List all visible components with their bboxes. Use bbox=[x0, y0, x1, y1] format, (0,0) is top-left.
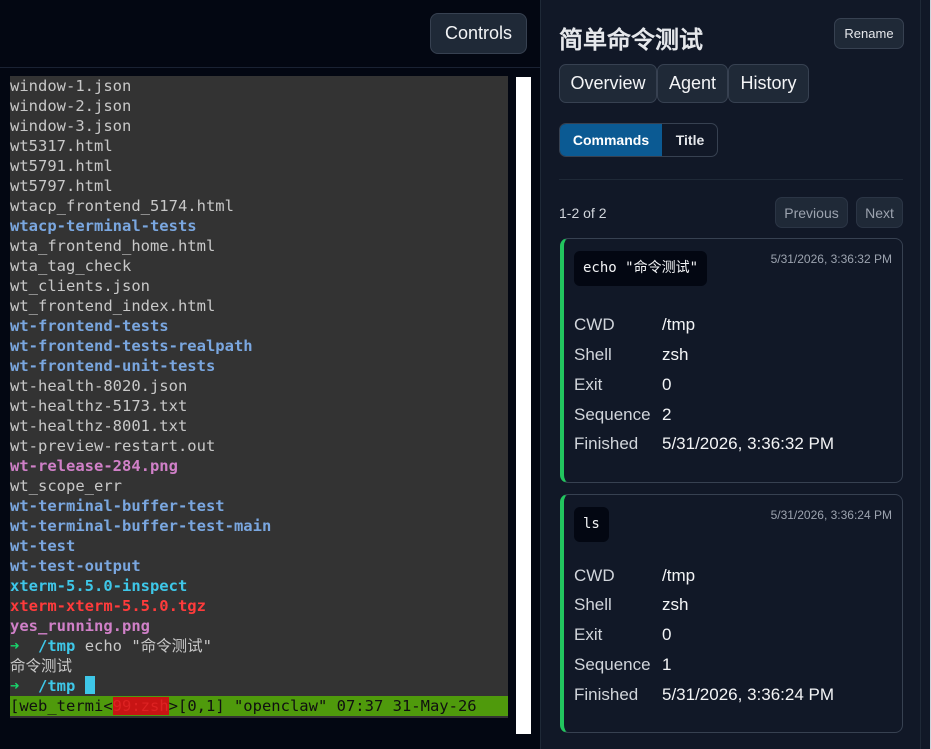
history-segmented-control: Commands Title bbox=[559, 123, 718, 157]
command-text: echo "命令测试" bbox=[574, 251, 708, 286]
terminal-line: wt5797.html bbox=[10, 177, 113, 195]
command-text: ls bbox=[574, 507, 609, 542]
terminal-view[interactable]: window-1.json window-2.json window-3.json w… bbox=[10, 76, 508, 718]
sequence-label: Sequence bbox=[574, 405, 651, 424]
terminal-line: wt-frontend-unit-tests bbox=[10, 357, 216, 375]
finished-value: 5/31/2026, 3:36:24 PM bbox=[662, 685, 835, 704]
command-timestamp: 5/31/2026, 3:36:24 PM bbox=[770, 508, 892, 522]
terminal-line: wt-release-284.png bbox=[10, 457, 178, 475]
terminal-line: wta_tag_check bbox=[10, 257, 132, 275]
prompt-cwd: /tmp bbox=[38, 637, 76, 655]
status-bar-left: [web_termi< bbox=[10, 697, 113, 715]
segment-title[interactable]: Title bbox=[662, 124, 717, 156]
terminal-line: wt_clients.json bbox=[10, 277, 150, 295]
terminal-line: xterm-xterm-5.5.0.tgz bbox=[10, 597, 206, 615]
sequence-label: Sequence bbox=[574, 655, 651, 674]
terminal-prompt-line: ➜ /tmp echo "命令测试" bbox=[10, 636, 508, 656]
finished-value: 5/31/2026, 3:36:32 PM bbox=[662, 434, 835, 453]
terminal-line: window-1.json bbox=[10, 77, 132, 95]
tab-agent[interactable]: Agent bbox=[657, 64, 728, 103]
terminal-line: wt-terminal-buffer-test bbox=[10, 497, 225, 515]
terminal-line: wt-frontend-tests-realpath bbox=[10, 337, 253, 355]
shell-label: Shell bbox=[574, 595, 612, 614]
exit-value: 0 bbox=[662, 625, 672, 644]
shell-label: Shell bbox=[574, 345, 612, 364]
terminal-line: wt5317.html bbox=[10, 137, 113, 155]
next-button[interactable]: Next bbox=[856, 197, 903, 228]
window-edge bbox=[920, 0, 931, 749]
terminal-line: wt-test bbox=[10, 537, 76, 555]
terminal-line: wt-terminal-buffer-test-main bbox=[10, 517, 272, 535]
terminal-scrollbar[interactable] bbox=[516, 77, 531, 734]
exit-label: Exit bbox=[574, 625, 603, 644]
tab-history[interactable]: History bbox=[728, 64, 809, 103]
terminal-output-line: 命令测试 bbox=[10, 657, 73, 675]
prompt-command: echo "命令测试" bbox=[84, 637, 213, 655]
tmux-status-bar: [web_termi<99:zsh>[0,1] "openclaw" 07:37… bbox=[10, 696, 508, 716]
cwd-value: /tmp bbox=[662, 315, 696, 334]
command-card: echo "命令测试" 5/31/2026, 3:36:32 PM CWD/tm… bbox=[560, 238, 903, 483]
terminal-cursor bbox=[84, 676, 95, 694]
terminal-line: wtacp_frontend_5174.html bbox=[10, 197, 234, 215]
controls-button[interactable]: Controls bbox=[430, 13, 527, 54]
prompt-arrow-icon: ➜ bbox=[10, 637, 20, 655]
terminal-line: window-2.json bbox=[10, 97, 132, 115]
terminal-output: window-1.json window-2.json window-3.json w… bbox=[10, 76, 508, 696]
terminal-line: wt_frontend_index.html bbox=[10, 297, 216, 315]
cwd-label: CWD bbox=[574, 315, 615, 334]
session-panel: 简单命令测试 Rename Overview Agent History Com… bbox=[541, 0, 920, 749]
terminal-line: xterm-5.5.0-inspect bbox=[10, 577, 188, 595]
terminal-pane: Controls window-1.json window-2.json windo… bbox=[0, 0, 541, 749]
previous-button[interactable]: Previous bbox=[775, 197, 848, 228]
divider bbox=[559, 179, 903, 180]
terminal-line: yes_running.png bbox=[10, 617, 150, 635]
tab-overview[interactable]: Overview bbox=[559, 64, 657, 103]
exit-value: 0 bbox=[662, 375, 672, 394]
shell-value: zsh bbox=[662, 595, 689, 614]
terminal-line: wtacp-terminal-tests bbox=[10, 217, 197, 235]
terminal-line: wt-health-8020.json bbox=[10, 377, 188, 395]
terminal-line: wt-test-output bbox=[10, 557, 141, 575]
status-bar-window: 99:zsh bbox=[112, 697, 169, 715]
terminal-line: wt_scope_err bbox=[10, 477, 122, 495]
session-title: 简单命令测试 bbox=[559, 26, 703, 54]
command-card: ls 5/31/2026, 3:36:24 PM CWD/tmp Shell zs… bbox=[560, 494, 903, 733]
finished-label: Finished bbox=[574, 434, 639, 453]
terminal-line: window-3.json bbox=[10, 117, 132, 135]
shell-value: zsh bbox=[662, 345, 689, 364]
cwd-value: /tmp bbox=[662, 566, 696, 585]
sequence-value: 2 bbox=[662, 405, 672, 424]
terminal-line: wt5791.html bbox=[10, 157, 113, 175]
command-timestamp: 5/31/2026, 3:36:32 PM bbox=[770, 252, 892, 266]
terminal-line: wt-healthz-5173.txt bbox=[10, 397, 188, 415]
terminal-prompt-line: ➜ /tmp bbox=[10, 676, 508, 696]
pagination-range: 1-2 of 2 bbox=[559, 205, 607, 221]
prompt-cwd: /tmp bbox=[38, 677, 76, 695]
status-bar-right: >[0,1] "openclaw" 07:37 31-May-26 bbox=[168, 697, 477, 715]
terminal-toolbar: Controls bbox=[0, 0, 540, 68]
cwd-label: CWD bbox=[574, 566, 615, 585]
exit-label: Exit bbox=[574, 375, 603, 394]
terminal-line: wt-preview-restart.out bbox=[10, 437, 216, 455]
prompt-arrow-icon: ➜ bbox=[10, 677, 20, 695]
rename-button[interactable]: Rename bbox=[834, 18, 904, 49]
finished-label: Finished bbox=[574, 685, 639, 704]
terminal-line: wt-healthz-8001.txt bbox=[10, 417, 188, 435]
terminal-line: wta_frontend_home.html bbox=[10, 237, 216, 255]
segment-commands[interactable]: Commands bbox=[560, 124, 662, 156]
terminal-line: wt-frontend-tests bbox=[10, 317, 169, 335]
sequence-value: 1 bbox=[662, 655, 672, 674]
